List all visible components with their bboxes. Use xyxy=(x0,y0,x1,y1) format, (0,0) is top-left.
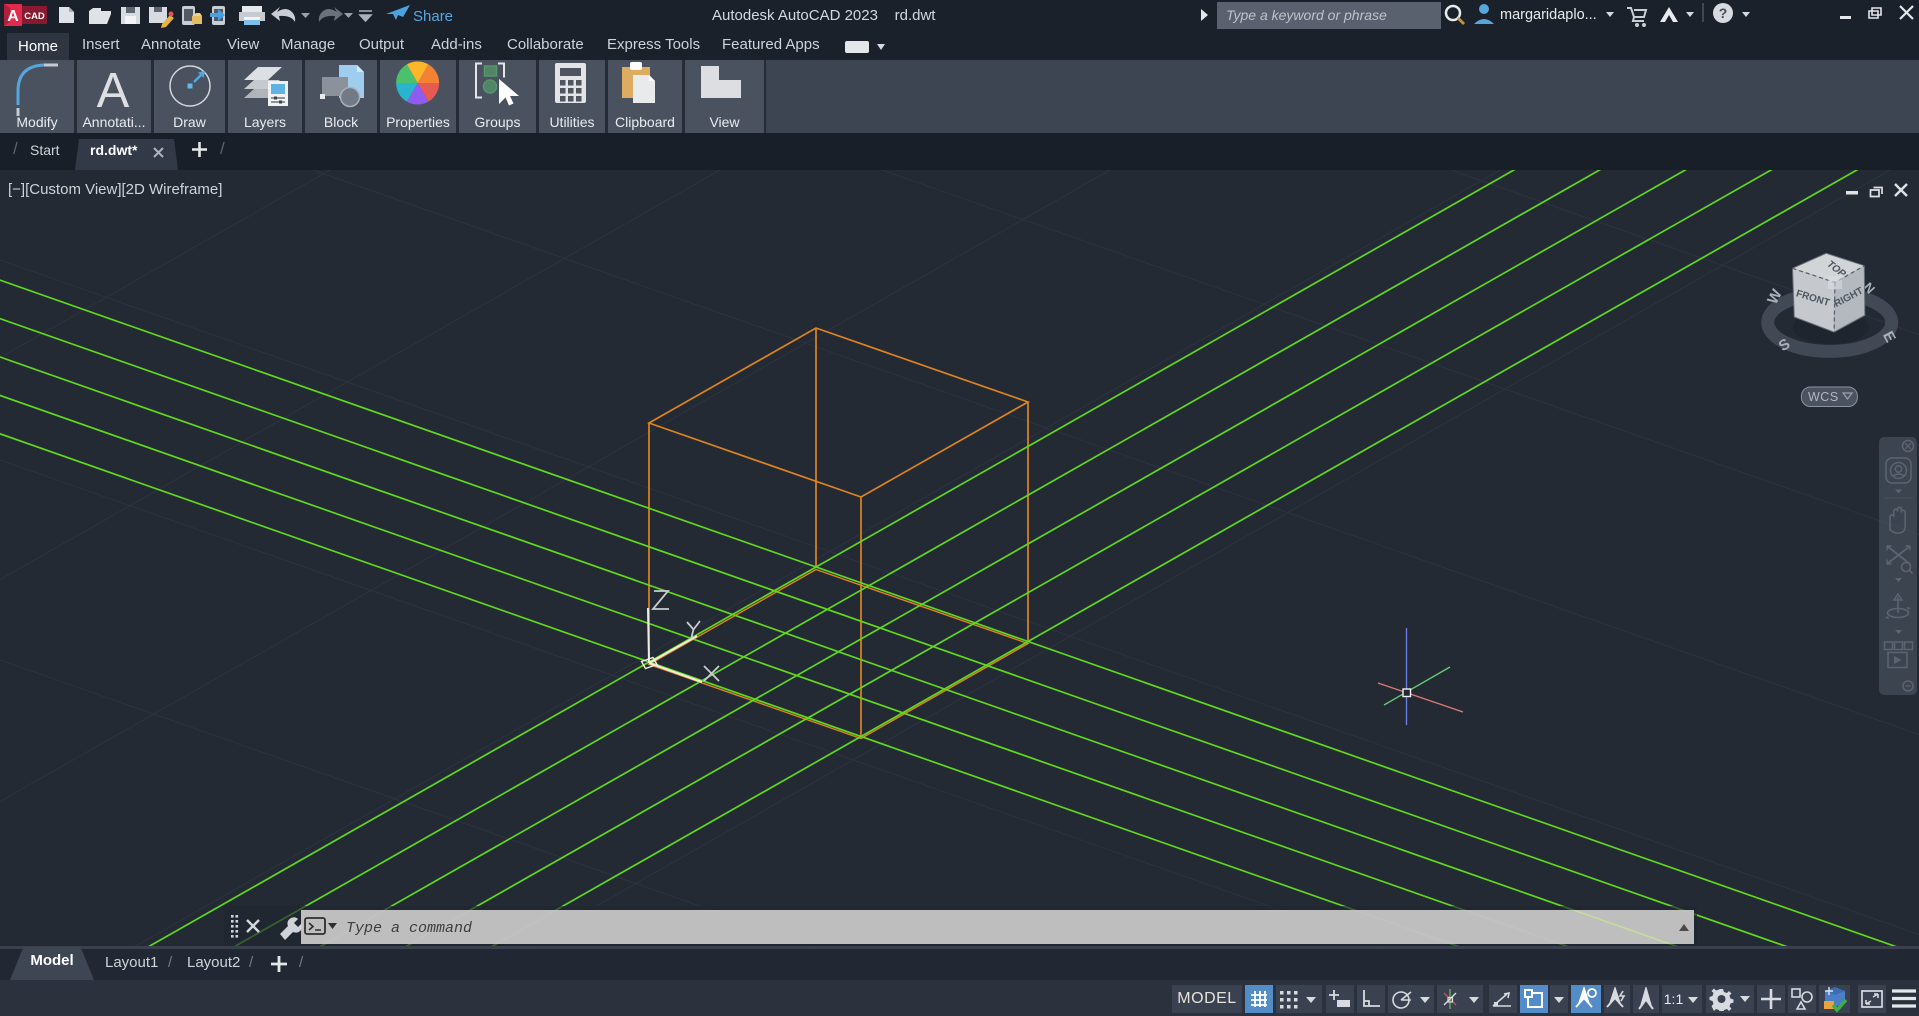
svg-text:?: ? xyxy=(1719,5,1728,21)
svg-text:Type a keyword or phrase: Type a keyword or phrase xyxy=(1226,7,1387,23)
svg-text:[−][Custom View][2D Wireframe]: [−][Custom View][2D Wireframe] xyxy=(8,181,222,198)
svg-text:WCS: WCS xyxy=(1808,390,1839,404)
svg-text:A: A xyxy=(7,8,19,25)
svg-text:margaridaplo...: margaridaplo... xyxy=(1500,7,1597,23)
svg-text:CAD: CAD xyxy=(24,11,45,22)
svg-text:Share: Share xyxy=(413,8,453,25)
svg-text:A: A xyxy=(97,64,130,116)
svg-text:Type a command: Type a command xyxy=(346,920,472,937)
